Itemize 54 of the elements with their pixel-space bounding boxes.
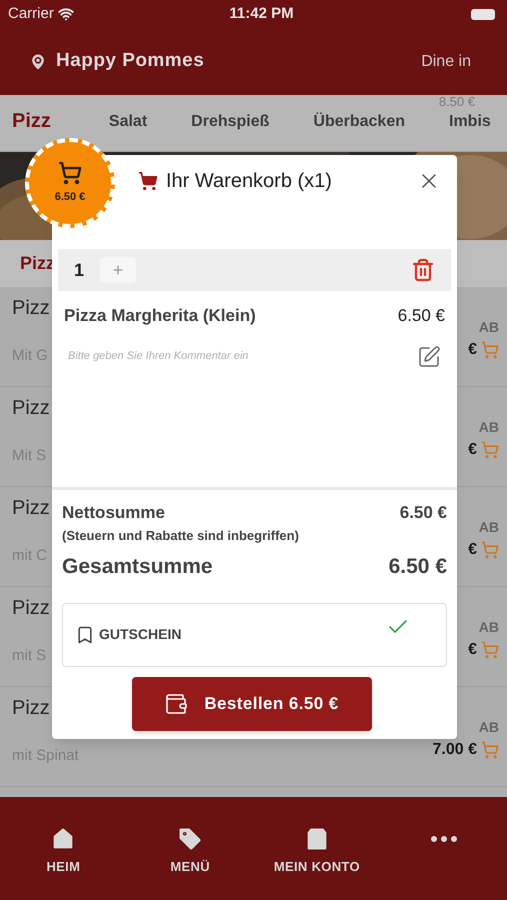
restaurant-name: Happy Pommes (56, 49, 204, 74)
badge-total: 6.50 € (54, 190, 86, 205)
battery-icon (471, 8, 495, 20)
more-icon (430, 836, 457, 842)
add-to-cart-icon[interactable] (481, 741, 499, 759)
quantity-value: 1 (74, 258, 84, 282)
cart-icon (58, 160, 82, 185)
price-prefix: AB (478, 718, 499, 737)
price-prefix: AB (478, 518, 499, 537)
cart-icon (138, 171, 158, 191)
nav-tab[interactable]: MENÜ (166, 825, 214, 876)
comment-field[interactable]: Bitte geben Sie Ihren Kommentar ein (68, 348, 417, 365)
add-to-cart-icon[interactable] (481, 341, 499, 359)
price-prefix: AB (478, 618, 499, 637)
nav-tab[interactable]: MEIN KONTO (270, 825, 364, 876)
add-to-cart-icon[interactable] (481, 641, 499, 659)
dish-price: € (468, 440, 477, 460)
category-tab[interactable]: Pizz (12, 111, 51, 131)
add-to-cart-icon[interactable] (481, 441, 499, 459)
dish-name: Pizz (12, 696, 51, 721)
nav-tab[interactable]: HEIM (42, 825, 84, 876)
item-name: Pizza Margherita (Klein) (64, 305, 256, 327)
dish-name: Pizz (12, 296, 50, 321)
total-label: Gesamtsumme (62, 554, 213, 580)
dialog-title: Ihr Warenkorb (x1) (166, 169, 332, 194)
delete-icon[interactable] (411, 258, 435, 282)
category-tab[interactable]: Salat (108, 114, 148, 130)
wifi-icon (58, 6, 74, 22)
dish-price: € (468, 340, 477, 360)
status-time: 11:42 PM (228, 4, 295, 24)
category-tab[interactable]: Imbis (449, 114, 491, 130)
wallet-icon (164, 692, 188, 716)
dish-name: Pizz (12, 596, 50, 621)
total-value: 6.50 € (388, 554, 447, 580)
voucher-field[interactable]: GUTSCHEIN (62, 602, 447, 666)
price-prefix: AB (478, 318, 499, 337)
price-prefix: AB (478, 418, 499, 437)
net-label: Nettosumme (62, 502, 165, 524)
add-to-cart-icon[interactable] (481, 541, 499, 559)
dish-price: 7.00 € (432, 740, 477, 760)
faded-price: 8.50 € (438, 95, 475, 108)
order-button[interactable]: Bestellen 6.50 € (132, 676, 372, 730)
category-tab[interactable]: Drehspieß (191, 114, 270, 130)
dine-in-mode[interactable]: Dine in (421, 50, 471, 74)
category-tab[interactable]: Überbacken (313, 114, 405, 130)
edit-icon[interactable] (417, 344, 441, 368)
item-price: 6.50 € (398, 305, 445, 327)
carrier-name: Carrier (8, 4, 54, 24)
dish-price: € (468, 640, 477, 660)
dish-name: Pizz (12, 496, 50, 521)
dish-price: € (468, 540, 477, 560)
tax-note: (Steuern und Rabatte sind inbegriffen) (62, 526, 300, 545)
net-value: 6.50 € (400, 502, 447, 524)
dish-name: Pizz (12, 396, 50, 421)
